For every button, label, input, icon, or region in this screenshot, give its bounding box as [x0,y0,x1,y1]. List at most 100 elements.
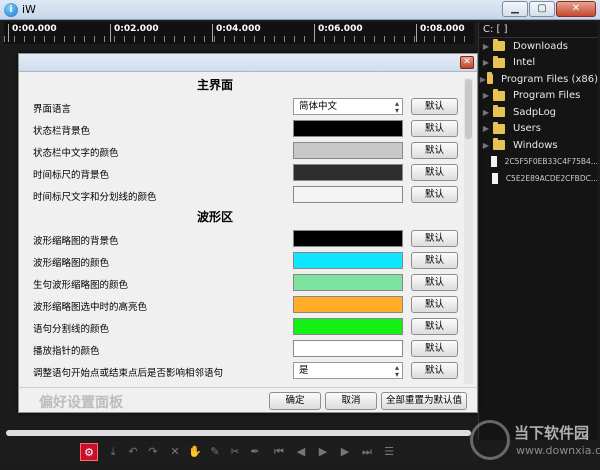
folder-icon [493,88,505,101]
default-button[interactable]: 默认 [411,120,458,137]
pref-label: 波形缩略图选中时的高亮色 [33,302,148,313]
play-icon[interactable]: ▶ [314,443,332,461]
default-button[interactable]: 默认 [411,362,458,379]
expand-arrow-icon[interactable]: ▶ [479,108,493,117]
color-swatch[interactable] [293,296,403,313]
tree-item-program-files-x86[interactable]: ▶ Program Files (x86) [479,71,598,88]
section-waveform: 波形区 [196,210,233,224]
select-value: 是 [299,365,309,376]
pref-row: 时间标尺的背景色 默认 [25,162,465,184]
window-controls: ▁ ▢ ✕ [501,1,596,17]
minimize-button[interactable]: ▁ [502,1,528,17]
file-browser-panel: C: [ ] ▶ Downloads ▶ Intel ▶ Program Files … [478,22,598,440]
tree-item-file[interactable]: C5E2E89ACDE2CFBDC... [479,170,598,187]
tree-item-label: Windows [513,139,558,151]
tree-item-label: SadpLog [513,106,557,118]
default-button[interactable]: 默认 [411,230,458,247]
color-swatch[interactable] [293,318,403,335]
folder-icon [486,72,494,85]
expand-arrow-icon[interactable]: ▶ [479,58,493,67]
gear-icon[interactable]: ⚙ [80,443,98,461]
next-icon[interactable]: ▶ [336,443,354,461]
delete-icon[interactable]: ✕ [166,443,184,461]
color-swatch[interactable] [293,252,403,269]
color-swatch[interactable] [293,274,403,291]
pref-label: 调整语句开始点或结束点后是否影响相邻语句 [33,368,224,379]
pref-label: 时间标尺文字和分划线的颜色 [33,192,157,203]
tree-item-sadplog[interactable]: ▶ SadpLog [479,104,598,121]
panel-title: 偏好设置面板 [39,395,123,411]
download-icon[interactable]: ⤓ [104,443,122,461]
file-tree: ▶ Downloads ▶ Intel ▶ Program Files (x86) ▶… [479,38,598,187]
default-button[interactable]: 默认 [411,274,458,291]
expand-arrow-icon[interactable]: ▶ [479,91,493,100]
tree-item-windows[interactable]: ▶ Windows [479,137,598,154]
waveform-scrollbar[interactable] [6,430,471,436]
color-swatch[interactable] [293,186,403,203]
pref-row: 语句分割线的颜色 默认 [25,316,465,338]
tree-item-file[interactable]: 2C5F5F0EB33C4F75B4... [479,154,598,171]
reset-all-button[interactable]: 全部重置为默认值 [381,392,467,410]
app-logo-icon: i [4,3,18,17]
tree-item-label: 2C5F5F0EB33C4F75B4... [504,157,598,167]
tree-item-label: C5E2E89ACDE2CFBDC... [505,173,598,183]
default-button[interactable]: 默认 [411,142,458,159]
tree-item-users[interactable]: ▶ Users [479,121,598,138]
pref-row: 波形缩略图的颜色 默认 [25,250,465,272]
default-button[interactable]: 默认 [411,186,458,203]
default-button[interactable]: 默认 [411,296,458,313]
default-button[interactable]: 默认 [411,164,458,181]
pref-row: 状态栏中文字的颜色 默认 [25,140,465,162]
ok-button[interactable]: 确定 [269,392,321,410]
language-select[interactable]: 简体中文 ▴ ▾ [293,98,403,115]
hand-icon[interactable]: ✋ [186,443,204,461]
tree-item-intel[interactable]: ▶ Intel [479,55,598,72]
drive-selector[interactable]: C: [ ] [479,22,598,38]
ruler-tick: 0:08.000 [416,24,465,42]
default-button[interactable]: 默认 [411,318,458,335]
expand-arrow-icon[interactable]: ▶ [479,141,493,150]
pref-row: 生句波形缩略图的颜色 默认 [25,272,465,294]
time-ruler[interactable]: 0:00.000 0:02.000 0:04.000 0:06.000 0:08… [4,22,474,44]
scrollbar-thumb[interactable] [465,79,472,139]
color-swatch[interactable] [293,120,403,137]
expand-arrow-icon[interactable]: ▶ [479,42,493,51]
pref-row: 播放指针的颜色 默认 [25,338,465,360]
color-swatch[interactable] [293,142,403,159]
undo-icon[interactable]: ↶ [124,443,142,461]
bottom-toolbar: ⚙ ⤓ ↶ ↷ ✕ ✋ ✎ ✂ ✒ ⏮ ◀ ▶ ▶ ⏭ ☰ [0,441,478,463]
adjust-neighbor-select[interactable]: 是 ▴ ▾ [293,362,403,379]
default-button[interactable]: 默认 [411,340,458,357]
file-icon [492,172,498,184]
prev-icon[interactable]: ◀ [292,443,310,461]
maximize-button[interactable]: ▢ [529,1,555,17]
color-swatch[interactable] [293,230,403,247]
pref-row: 波形缩略图选中时的高亮色 默认 [25,294,465,316]
tree-item-downloads[interactable]: ▶ Downloads [479,38,598,55]
pencil-icon[interactable]: ✎ [206,443,224,461]
section-main-ui: 主界面 [196,78,233,92]
expand-arrow-icon[interactable]: ▶ [479,75,487,84]
dialog-close-button[interactable]: ✕ [460,56,474,69]
color-swatch[interactable] [293,164,403,181]
color-swatch[interactable] [293,340,403,357]
folder-icon [493,138,505,151]
default-button[interactable]: 默认 [411,98,458,115]
default-button[interactable]: 默认 [411,252,458,269]
tree-item-program-files[interactable]: ▶ Program Files [479,88,598,105]
watermark: 当下软件园 www.downxia.com [470,418,600,466]
cancel-button[interactable]: 取消 [325,392,377,410]
folder-icon [493,105,505,118]
last-icon[interactable]: ⏭ [358,443,376,461]
cut-icon[interactable]: ✂ [226,443,244,461]
list-icon[interactable]: ☰ [380,443,398,461]
first-icon[interactable]: ⏮ [270,443,288,461]
folder-icon [493,55,505,68]
redo-icon[interactable]: ↷ [144,443,162,461]
dialog-scrollbar[interactable] [464,78,473,384]
expand-arrow-icon[interactable]: ▶ [479,124,493,133]
pen-icon[interactable]: ✒ [246,443,264,461]
dialog-titlebar[interactable]: ✕ [19,54,477,72]
pref-label: 生句波形缩略图的颜色 [33,280,129,291]
close-button[interactable]: ✕ [556,1,596,17]
